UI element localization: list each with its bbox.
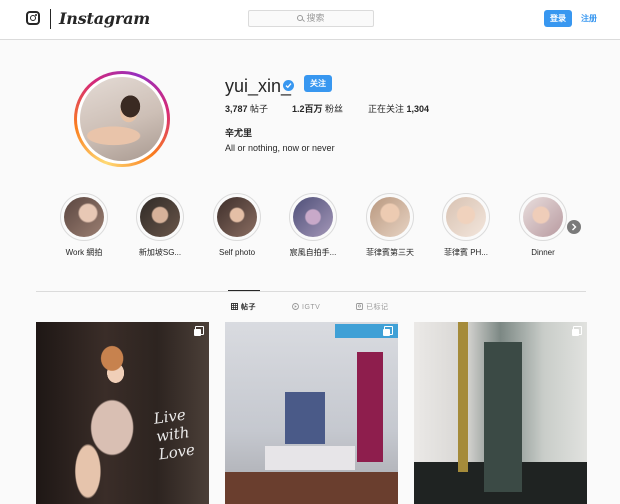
posts-stat: 3,787 帖子	[225, 104, 268, 115]
igtv-icon	[292, 303, 299, 313]
highlight-label: Dinner	[531, 248, 555, 257]
highlight-item[interactable]: 菲律賓第三天	[355, 193, 425, 258]
posts-label: 帖子	[250, 104, 269, 114]
instagram-wordmark[interactable]: Instagram	[59, 9, 150, 28]
profile-full-name: 辛尤里	[225, 128, 253, 138]
followers-count: 1.2百万	[292, 104, 323, 114]
grid-icon	[231, 303, 238, 313]
highlight-item[interactable]: 宸風自拍手...	[278, 193, 348, 258]
following-count: 1,304	[406, 104, 430, 114]
follow-button[interactable]: 关注	[304, 75, 332, 92]
highlight-cover	[523, 197, 563, 237]
verified-badge-icon	[283, 80, 294, 91]
brand-divider	[50, 9, 51, 29]
highlight-label: 菲律賓第三天	[366, 248, 414, 257]
tab-igtv-label: IGTV	[302, 304, 321, 311]
search-input[interactable]: 搜索	[248, 10, 374, 27]
post-overlay-text: Live with Love	[152, 405, 197, 464]
tab-posts-label: 帖子	[241, 304, 256, 311]
highlight-cover	[446, 197, 486, 237]
highlight-label: 宸風自拍手...	[289, 248, 337, 257]
highlight-item[interactable]: 新加坡SG...	[125, 193, 195, 258]
highlight-label: Work 網拍	[65, 248, 103, 257]
tab-tagged[interactable]: 已标记	[356, 303, 389, 313]
tab-igtv[interactable]: IGTV	[292, 303, 320, 313]
followers-label: 粉丝	[325, 104, 344, 114]
following-label: 正在关注	[368, 104, 405, 114]
tab-tagged-label: 已标记	[366, 304, 389, 311]
tagged-icon	[356, 303, 363, 313]
profile-avatar[interactable]	[74, 71, 170, 167]
highlight-cover	[293, 197, 333, 237]
multi-post-icon	[572, 326, 582, 336]
highlight-cover	[370, 197, 410, 237]
highlight-cover	[217, 197, 257, 237]
active-tab-indicator	[228, 290, 260, 291]
signup-link[interactable]: 注册	[581, 11, 597, 26]
instagram-logo-icon[interactable]	[26, 11, 40, 25]
highlight-item[interactable]: Self photo	[202, 193, 272, 258]
login-button[interactable]: 登录	[544, 10, 572, 27]
profile-bio: All or nothing, now or never	[225, 143, 335, 153]
tabs-divider	[36, 291, 586, 292]
top-nav: Instagram 搜索 登录 注册	[0, 0, 620, 40]
highlight-cover	[140, 197, 180, 237]
highlight-item[interactable]: 菲律賓 PH...	[431, 193, 501, 258]
tab-posts[interactable]: 帖子	[231, 303, 256, 313]
chevron-right-icon[interactable]	[567, 220, 581, 234]
avatar-photo	[80, 77, 164, 161]
multi-post-icon	[383, 326, 393, 336]
profile-username: yui_xin_	[225, 76, 292, 96]
following-stat[interactable]: 正在关注 1,304	[368, 104, 429, 115]
multi-post-icon	[194, 326, 204, 336]
post-thumbnail[interactable]: Live with Love	[36, 322, 209, 504]
highlight-label: Self photo	[218, 248, 256, 257]
highlight-label: 新加坡SG...	[138, 248, 182, 257]
search-placeholder: 搜索	[306, 13, 325, 23]
followers-stat[interactable]: 1.2百万 粉丝	[292, 104, 343, 115]
highlight-label: 菲律賓 PH...	[443, 248, 488, 257]
highlight-item[interactable]: Work 網拍	[49, 193, 119, 258]
search-icon	[297, 15, 304, 21]
post-thumbnail[interactable]	[414, 322, 587, 504]
post-thumbnail[interactable]	[225, 322, 398, 504]
highlight-cover	[64, 197, 104, 237]
posts-count: 3,787	[225, 104, 248, 114]
